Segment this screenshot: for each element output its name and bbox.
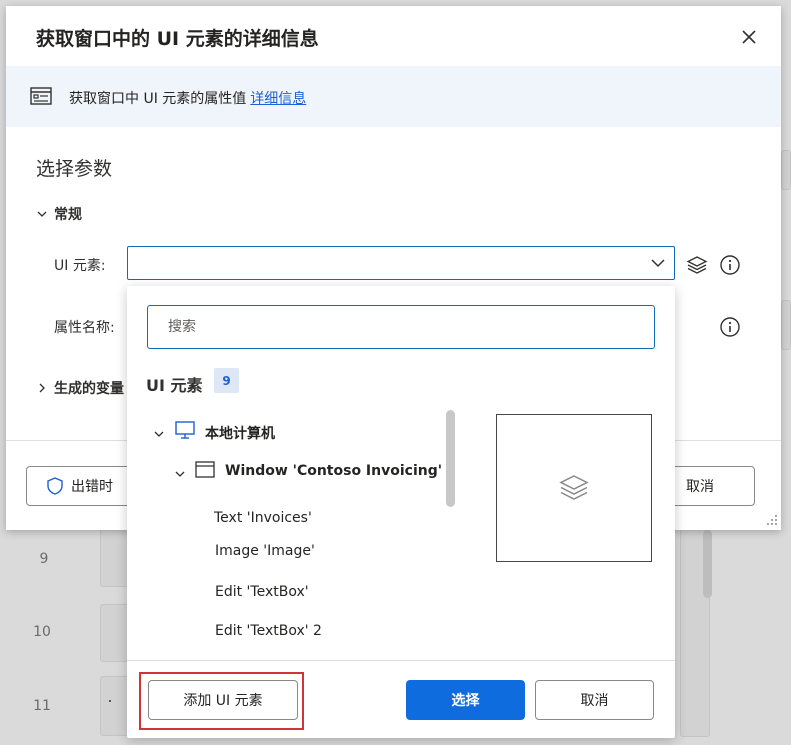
dropdown-cancel-label: 取消 [580, 693, 609, 709]
designer-side-card [781, 300, 791, 350]
ui-elements-header: UI 元素 [146, 376, 203, 395]
designer-side-card [781, 150, 791, 190]
tree-item-window[interactable]: Window 'Contoso Invoicing' [225, 463, 442, 479]
on-error-label: 出错时 [71, 479, 113, 495]
line-number: 9 [39, 551, 49, 567]
info-icon [720, 317, 740, 337]
search-input[interactable] [147, 305, 655, 349]
chevron-down-icon [175, 471, 185, 477]
details-icon [30, 86, 52, 110]
element-preview [496, 414, 652, 562]
resize-grip-icon[interactable] [764, 513, 778, 532]
tree-item[interactable]: Text 'Invoices' [214, 510, 312, 526]
close-button[interactable] [736, 24, 762, 50]
window-icon [194, 460, 216, 484]
designer-dot [109, 700, 111, 702]
tree-item[interactable]: Edit 'TextBox' 2 [215, 623, 322, 639]
chevron-right-icon [39, 383, 45, 393]
ui-elements-count-badge: 9 [214, 368, 239, 393]
ui-element-info-button[interactable] [719, 254, 741, 280]
tree-toggle-window[interactable] [174, 465, 186, 484]
property-name-label: 属性名称: [54, 320, 115, 336]
chevron-down-icon [154, 431, 164, 437]
tree-item[interactable]: Image 'Image' [215, 543, 315, 559]
group-general[interactable]: 常规 [36, 204, 82, 224]
group-variables-label: 生成的变量 [54, 381, 124, 397]
property-info-button[interactable] [719, 316, 741, 342]
add-ui-element-button[interactable]: 添加 UI 元素 [148, 680, 298, 720]
line-number: 11 [33, 698, 51, 714]
dropdown-cancel-button[interactable]: 取消 [535, 680, 654, 720]
select-label: 选择 [451, 693, 480, 709]
dialog-title: 获取窗口中的 UI 元素的详细信息 [36, 28, 319, 50]
tree-item[interactable]: Edit 'TextBox' [215, 584, 309, 600]
chevron-down-icon [37, 211, 47, 217]
select-button[interactable]: 选择 [406, 680, 525, 720]
group-general-label: 常规 [54, 207, 82, 223]
layers-icon [559, 475, 589, 500]
section-title: 选择参数 [36, 158, 113, 180]
tree-scrollbar[interactable] [446, 410, 455, 507]
info-link[interactable]: 详细信息 [250, 91, 306, 107]
close-icon [742, 30, 756, 44]
chevron-down-icon [651, 259, 665, 268]
dialog-cancel-label: 取消 [686, 479, 714, 495]
dropdown-footer-divider [127, 660, 675, 661]
info-text: 获取窗口中 UI 元素的属性值 详细信息 [69, 88, 306, 108]
tree-toggle-root[interactable] [153, 425, 165, 444]
info-icon [720, 255, 740, 275]
designer-scrollbar[interactable] [703, 530, 712, 598]
on-error-button[interactable]: 出错时 [26, 466, 136, 506]
add-ui-element-label: 添加 UI 元素 [183, 693, 263, 709]
tree-item-local-computer[interactable]: 本地计算机 [205, 423, 275, 443]
line-number: 10 [33, 624, 51, 640]
ui-element-label: UI 元素: [54, 258, 106, 274]
group-variables[interactable]: 生成的变量 [36, 378, 124, 398]
layers-icon [686, 256, 708, 274]
ui-element-picker-button[interactable] [686, 254, 708, 280]
computer-icon [174, 420, 196, 444]
shield-icon [47, 477, 63, 495]
ui-element-combobox[interactable] [127, 246, 675, 280]
info-description: 获取窗口中 UI 元素的属性值 [69, 91, 247, 107]
